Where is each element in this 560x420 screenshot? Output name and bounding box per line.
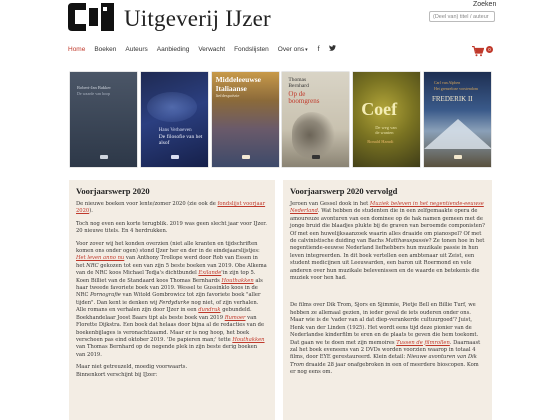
book-cover-5[interactable]: Coef De weg van de wanten Ronald Hamdi [353,72,421,167]
publisher-mark [170,155,179,159]
text: van Thomas Bernhard op de negende plek i… [76,344,258,358]
nav-item-auteurs[interactable]: Auteurs [125,46,147,53]
cover-art [146,92,197,122]
paragraph: Binnenkort verschijnt bij IJzer: [76,371,158,378]
paragraph: Voor zover wij het konden overzien (niet… [76,241,268,360]
nav-item-verwacht[interactable]: Verwacht [198,46,225,53]
text: Jeroen van Gessel dook in het [290,201,370,207]
text: Matthæuspassie [385,238,429,245]
book-cover-3[interactable]: Middeleeuwse Italiaanse liefdespoëzie [211,72,279,167]
book-cover-text: De filosofie van het alsof [158,134,203,146]
nav-item-aanbieding[interactable]: Aanbieding [157,46,190,53]
book-cover-text: boomgrens [288,97,320,105]
book-link[interactable]: Tussen de filmrollen [396,340,450,346]
nav-item-fondslijsten[interactable]: Fondslijsten [234,46,269,53]
cover-art [423,119,491,149]
book-cover-2[interactable]: Hans Verhoeven De filosofie van het also… [140,72,208,167]
text: ? Ze tonen hoe in het negentiende-eeuwse… [290,238,485,282]
nav-item-boeken[interactable]: Boeken [94,46,116,53]
book-cover-text: Hans Verhoeven [158,128,192,133]
cart-count-badge: 0 [486,46,493,53]
book-link[interactable]: Rumoer [225,315,246,321]
text: Ferdydurke [158,299,190,306]
publisher-mark [100,155,108,159]
paragraph: Jeroen van Gessel dook in het Muziek bel… [290,201,485,282]
book-cover-text: de wanten [375,130,394,135]
nav-item-over-ons[interactable]: Over ons▾ [278,46,308,53]
search-input[interactable]: (Deel van) titel / auteur [429,11,495,22]
book-cover-text: Robert-Jan Bakker [77,85,111,90]
text: De nieuwe boeken voor lente/zomer 2020 (… [76,201,218,207]
book-link[interactable]: Exilande [198,270,221,276]
book-link[interactable]: Houthakken [232,337,264,343]
book-cover-text: De waarde van hoop [77,91,110,96]
cart-icon[interactable] [472,42,485,57]
text: ). [89,208,93,215]
facebook-icon[interactable]: f [318,46,320,53]
publisher-mark [241,155,250,159]
book-link[interactable]: Het leven anno nu [76,255,124,261]
text: draaide 28 jaar onafgebroken in een of m… [290,361,479,376]
logo[interactable] [66,2,116,32]
cover-art [292,112,337,158]
book-link[interactable]: dundruk [198,307,220,313]
nav-item-home[interactable]: Home [68,46,85,53]
book-cover-text: Carl van Alphen [433,80,461,85]
text: NRC [86,262,99,269]
text: Pornografie [90,292,121,299]
chevron-down-icon: ▾ [305,46,308,53]
book-cover-text: Middeleeuwse [215,75,262,84]
text: Voor zover wij het konden overzien (niet… [76,240,260,255]
panel-title: Voorjaarswerp 2020 [76,186,150,196]
main-nav: Home Boeken Auteurs Aanbieding Verwacht … [68,41,345,57]
publisher-mark [453,155,462,159]
paragraph: Toch nog even een korte terugblik. 2019 … [76,220,267,235]
featured-books: Robert-Jan Bakker De waarde van hoop Han… [70,72,495,167]
book-cover-text: Italiaanse [215,84,247,93]
paragraph: De nieuwe boeken voor lente/zomer 2020 (… [76,201,268,216]
panel-title: Voorjaarswerp 2020 vervolgd [290,186,398,196]
news-panel-right: Voorjaarswerp 2020 vervolgd Jeroen van G… [283,180,492,420]
book-cover-text: Ronald Hamdi [367,139,394,144]
book-cover-6[interactable]: Carl van Alphen Het grenzeloze vorstendo… [423,72,491,167]
twitter-icon[interactable] [328,45,336,53]
book-cover-text: FREDERIK II [431,95,473,103]
social-links: f [318,45,345,53]
paragraph: De films over Dik Trom, Sjors en Sjimmie… [290,302,485,376]
book-link[interactable]: Houthakken [221,278,253,284]
search-label: Zoeken [473,1,497,8]
book-cover-4[interactable]: Thomas Bernhard Op de boomgrens [282,72,350,167]
publisher-mark [312,155,321,159]
book-cover-text: Het grenzeloze vorstendom [433,86,478,91]
site-title[interactable]: Uitgeverij IJzer [124,6,271,32]
nav-item-over-ons-label: Over ons [277,45,305,53]
book-cover-1[interactable]: Robert-Jan Bakker De waarde van hoop [70,72,137,167]
book-cover-text: liefdespoëzie [215,93,240,98]
book-cover-text: Coef [361,99,398,119]
paragraph: Maar niet getreuzeld, moedig voorwaarts. [76,364,188,371]
news-panel-left: Voorjaarswerp 2020 De nieuwe boeken voor… [69,180,275,420]
book-cover-text: Bernhard [288,83,309,89]
